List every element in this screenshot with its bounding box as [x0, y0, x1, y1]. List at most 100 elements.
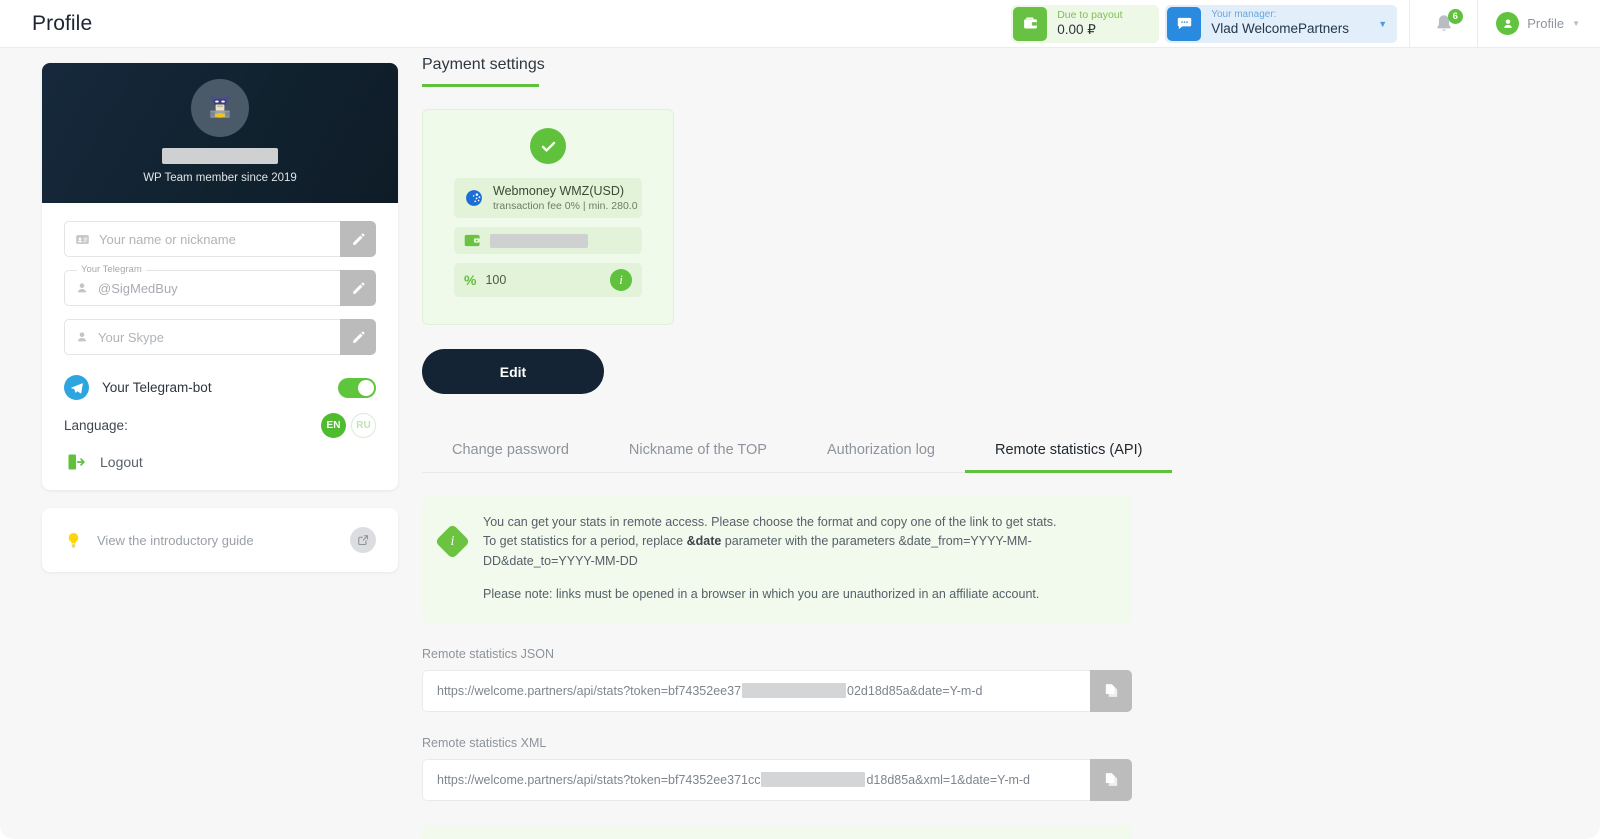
- app-window: Profile Due to payout 0.00 ₽ Your manage…: [0, 0, 1600, 839]
- profile-name-redacted: [162, 148, 278, 164]
- external-link-icon[interactable]: [350, 527, 376, 553]
- batman-avatar-icon[interactable]: [191, 79, 249, 137]
- payment-percent-row[interactable]: % 100 i: [454, 263, 642, 297]
- api-info-text: You can get your stats in remote access.…: [483, 513, 1110, 605]
- chat-icon: [1167, 6, 1202, 41]
- info-icon[interactable]: i: [610, 269, 632, 291]
- profile-hero: WP Team member since 2019: [42, 63, 398, 203]
- pencil-icon: [352, 233, 364, 245]
- telegram-bot-row: Your Telegram-bot: [64, 375, 376, 400]
- introductory-guide-label: View the introductory guide: [97, 532, 254, 548]
- wallet-number-row[interactable]: [454, 227, 642, 254]
- skype-field-row: Your Skype: [64, 319, 376, 355]
- payment-method-name: Webmoney WMZ(USD): [493, 184, 625, 199]
- top-bar: Profile Due to payout 0.00 ₽ Your manage…: [0, 0, 1600, 48]
- user-avatar-icon: [1496, 12, 1520, 35]
- telegram-input-legend: Your Telegram: [77, 264, 146, 275]
- section-title-underline: [422, 84, 539, 87]
- wallet-icon: [1013, 6, 1048, 41]
- logout-icon: [68, 454, 85, 470]
- copy-json-url-button[interactable]: [1090, 669, 1132, 712]
- id-card-icon: [76, 234, 89, 244]
- info-diamond-icon: i: [434, 523, 471, 560]
- payment-settings-heading: Payment settings: [422, 56, 1132, 87]
- profile-menu-label: Profile: [1527, 16, 1565, 31]
- skype-input-placeholder: Your Skype: [98, 329, 165, 345]
- name-input-placeholder: Your name or nickname: [99, 231, 236, 247]
- payment-method-card: Webmoney WMZ(USD) transaction fee 0% | m…: [422, 109, 674, 325]
- api-info-spacer: [483, 571, 1110, 585]
- profile-menu-button[interactable]: Profile ▼: [1477, 0, 1600, 48]
- chevron-down-icon[interactable]: ▼: [1572, 19, 1580, 28]
- json-url-prefix: https://welcome.partners/api/stats?token…: [437, 683, 742, 698]
- payment-method-row[interactable]: Webmoney WMZ(USD) transaction fee 0% | m…: [454, 178, 642, 218]
- payment-method-fee: transaction fee 0% | min. 280.0: [493, 199, 638, 212]
- telegram-bot-label: Your Telegram-bot: [102, 380, 212, 395]
- logout-label: Logout: [100, 454, 143, 470]
- language-option-en[interactable]: EN: [321, 413, 346, 438]
- json-url-label: Remote statistics JSON: [422, 646, 554, 661]
- payout-label: Due to payout: [1057, 9, 1123, 22]
- tab-authorization-log[interactable]: Authorization log: [797, 430, 965, 472]
- json-url-token-redacted: [742, 683, 847, 698]
- page-body: WP Team member since 2019 Your name or n…: [0, 48, 1600, 839]
- support-note: i For instructions on working with the A…: [422, 824, 1132, 839]
- xml-url-row: https://welcome.partners/api/stats?token…: [422, 758, 1132, 801]
- profile-subtitle: WP Team member since 2019: [143, 172, 297, 184]
- language-label: Language:: [64, 418, 128, 433]
- sidebar: WP Team member since 2019 Your name or n…: [42, 63, 398, 572]
- name-input[interactable]: Your name or nickname: [64, 221, 340, 257]
- user-icon: [77, 283, 87, 293]
- api-info-line2: To get statistics for a period, replace …: [483, 532, 1110, 571]
- due-to-payout-chip[interactable]: Due to payout 0.00 ₽: [1011, 4, 1160, 43]
- api-info-line1: You can get your stats in remote access.…: [483, 515, 1057, 529]
- telegram-input-value: @SigMedBuy: [98, 280, 178, 296]
- telegram-input[interactable]: Your Telegram @SigMedBuy: [64, 264, 340, 306]
- xml-url-input[interactable]: https://welcome.partners/api/stats?token…: [422, 758, 1090, 801]
- wallet-small-icon: [464, 234, 480, 247]
- settings-tabs: Change password Nickname of the TOP Auth…: [422, 430, 1173, 473]
- wallet-number-redacted: [490, 233, 588, 248]
- introductory-guide-card[interactable]: View the introductory guide: [42, 508, 398, 572]
- lightbulb-icon: [68, 532, 79, 548]
- skype-input[interactable]: Your Skype: [64, 319, 340, 355]
- telegram-icon: [64, 375, 89, 400]
- notification-badge: 6: [1447, 8, 1463, 24]
- json-url-suffix: 02d18d85a&date=Y-m-d: [847, 683, 983, 698]
- page-title: Profile: [32, 11, 93, 35]
- api-info-line2-pre: To get statistics for a period, replace: [483, 534, 687, 549]
- copy-icon: [1105, 773, 1117, 786]
- edit-skype-button[interactable]: [340, 319, 376, 355]
- payout-value: 0.00 ₽: [1057, 21, 1096, 37]
- main-content: Payment settings Webmoney WMZ(USD) trans…: [422, 56, 1173, 839]
- webmoney-icon: [466, 190, 482, 206]
- manager-name: Vlad WelcomePartners: [1211, 21, 1350, 37]
- telegram-field-row: Your Telegram @SigMedBuy: [64, 264, 376, 306]
- json-url-row: https://welcome.partners/api/stats?token…: [422, 669, 1132, 712]
- api-info-line3: Please note: links must be opened in a b…: [483, 587, 1040, 602]
- copy-xml-url-button[interactable]: [1090, 758, 1132, 801]
- edit-button[interactable]: Edit: [422, 349, 604, 394]
- topbar-right-group: Due to payout 0.00 ₽ Your manager: Vlad …: [1011, 0, 1600, 48]
- manager-label: Your manager:: [1211, 8, 1277, 20]
- user-icon: [77, 332, 87, 342]
- tab-remote-statistics-api[interactable]: Remote statistics (API): [965, 430, 1173, 473]
- profile-card: WP Team member since 2019 Your name or n…: [42, 63, 398, 490]
- edit-name-button[interactable]: [340, 221, 376, 257]
- check-circle-icon: [530, 128, 566, 164]
- chevron-down-icon[interactable]: ▼: [1378, 19, 1387, 29]
- edit-telegram-button[interactable]: [340, 270, 376, 306]
- percent-value: 100: [485, 273, 507, 287]
- tab-change-password[interactable]: Change password: [422, 430, 599, 472]
- api-info-line2-bold: &date: [686, 534, 722, 549]
- json-url-input[interactable]: https://welcome.partners/api/stats?token…: [422, 669, 1090, 712]
- telegram-bot-toggle[interactable]: [338, 377, 376, 398]
- language-options: EN RU: [321, 413, 376, 438]
- xml-url-prefix: https://welcome.partners/api/stats?token…: [437, 772, 761, 787]
- copy-icon: [1105, 684, 1117, 697]
- language-option-ru[interactable]: RU: [351, 413, 376, 438]
- tab-nickname-of-the-top[interactable]: Nickname of the TOP: [599, 430, 797, 472]
- manager-chip[interactable]: Your manager: Vlad WelcomePartners ▼: [1165, 4, 1398, 43]
- logout-button[interactable]: Logout: [66, 452, 376, 472]
- notifications-button[interactable]: 6: [1409, 0, 1477, 48]
